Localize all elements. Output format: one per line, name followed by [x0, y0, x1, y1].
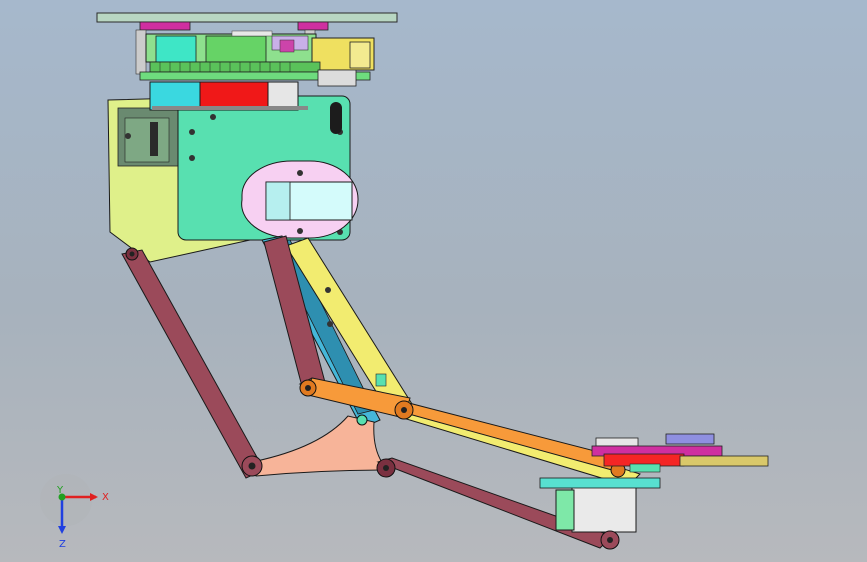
- motor-body: [571, 483, 637, 533]
- top-plate: [96, 12, 398, 23]
- pcb-stack: [96, 12, 398, 87]
- left-outer-link: [121, 247, 265, 479]
- servo-row: [149, 81, 308, 111]
- triangle-joint: [241, 414, 390, 477]
- axis-triad[interactable]: X Y Z: [40, 474, 109, 550]
- axis-y-label: Y: [56, 485, 64, 496]
- assembly-canvas[interactable]: X Y Z: [0, 0, 867, 562]
- cad-viewport[interactable]: X Y Z: [0, 0, 867, 562]
- servo-red: [199, 81, 271, 111]
- axis-z-label: Z: [59, 539, 66, 550]
- servo-cyan: [149, 81, 203, 111]
- axis-x-label: X: [102, 492, 109, 503]
- slot-bracket: [241, 160, 359, 239]
